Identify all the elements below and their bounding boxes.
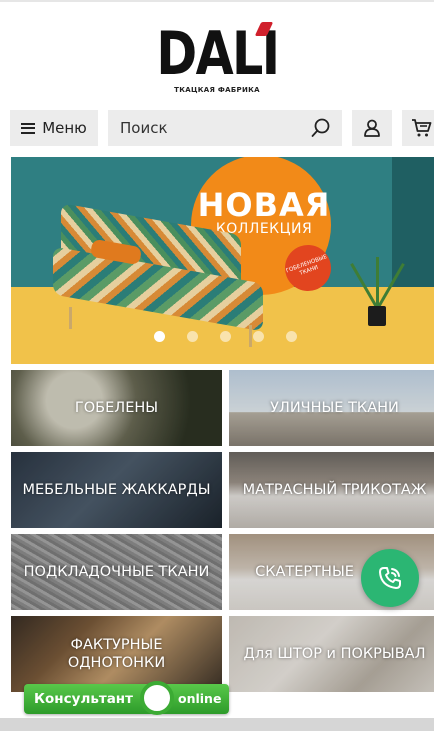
menu-button[interactable]: Меню [10,110,98,146]
consultant-widget[interactable]: Консультант online [24,681,229,715]
carousel-dot-4[interactable] [253,331,264,342]
search-input[interactable] [118,118,302,138]
category-tile-outdoor[interactable]: УЛИЧНЫЕ ТКАНИ [229,370,434,446]
phone-icon [379,567,401,589]
menu-button-label: Меню [42,119,87,137]
plant-leaf [376,257,379,307]
top-divider [0,0,434,2]
category-label: ФАКТУРНЫЕ ОДНОТОНКИ [67,636,166,671]
cart-button[interactable] [402,110,434,146]
category-label: Для ШТОР и ПОКРЫВАЛ [243,645,426,662]
category-label: ПОДКЛАДОЧНЫЕ ТКАНИ [23,563,210,580]
carousel-dot-2[interactable] [187,331,198,342]
category-tile-mattress[interactable]: МАТРАСНЫЙ ТРИКОТАЖ [229,452,434,528]
bottom-bar [0,718,434,731]
category-tile-lining[interactable]: ПОДКЛАДОЧНЫЕ ТКАНИ [11,534,222,610]
category-tile-jacquard[interactable]: МЕБЕЛЬНЫЕ ЖАККАРДЫ [11,452,222,528]
search-box [108,110,342,146]
category-label: ГОБЕЛЕНЫ [74,399,159,416]
category-label: МЕБЕЛЬНЫЕ ЖАККАРДЫ [22,481,211,498]
category-label: СКАТЕРТНЫЕ [255,563,354,580]
sofa-leg [69,307,72,329]
carousel-dots [11,331,434,343]
plant-pot [368,306,386,326]
call-button[interactable] [361,549,419,607]
cart-icon [412,119,432,137]
consultant-status: online [178,691,222,706]
banner-title: НОВАЯ [197,186,331,224]
user-icon [364,119,380,137]
category-tile-textured[interactable]: ФАКТУРНЫЕ ОДНОТОНКИ [11,616,222,692]
consultant-label: Консультант [34,691,133,707]
promo-banner[interactable]: НОВАЯ КОЛЛЕКЦИЯ ГОБЕЛЕНОВЫЕ ТКАНИ [11,157,434,364]
category-label: МАТРАСНЫЙ ТРИКОТАЖ [242,481,427,498]
carousel-dot-3[interactable] [220,331,231,342]
category-tile-tapestry[interactable]: ГОБЕЛЕНЫ [11,370,222,446]
top-navigation: Меню [0,110,434,148]
search-icon[interactable] [310,117,332,139]
category-tile-curtains[interactable]: Для ШТОР и ПОКРЫВАЛ [229,616,434,692]
carousel-dot-5[interactable] [286,331,297,342]
online-status-icon [140,681,174,715]
category-label: УЛИЧНЫЕ ТКАНИ [270,399,399,416]
hamburger-icon [21,122,36,134]
carousel-dot-1[interactable] [154,331,165,342]
account-button[interactable] [352,110,392,146]
brand-logo[interactable]: DALI ТКАЦКАЯ ФАБРИКА [0,12,434,98]
